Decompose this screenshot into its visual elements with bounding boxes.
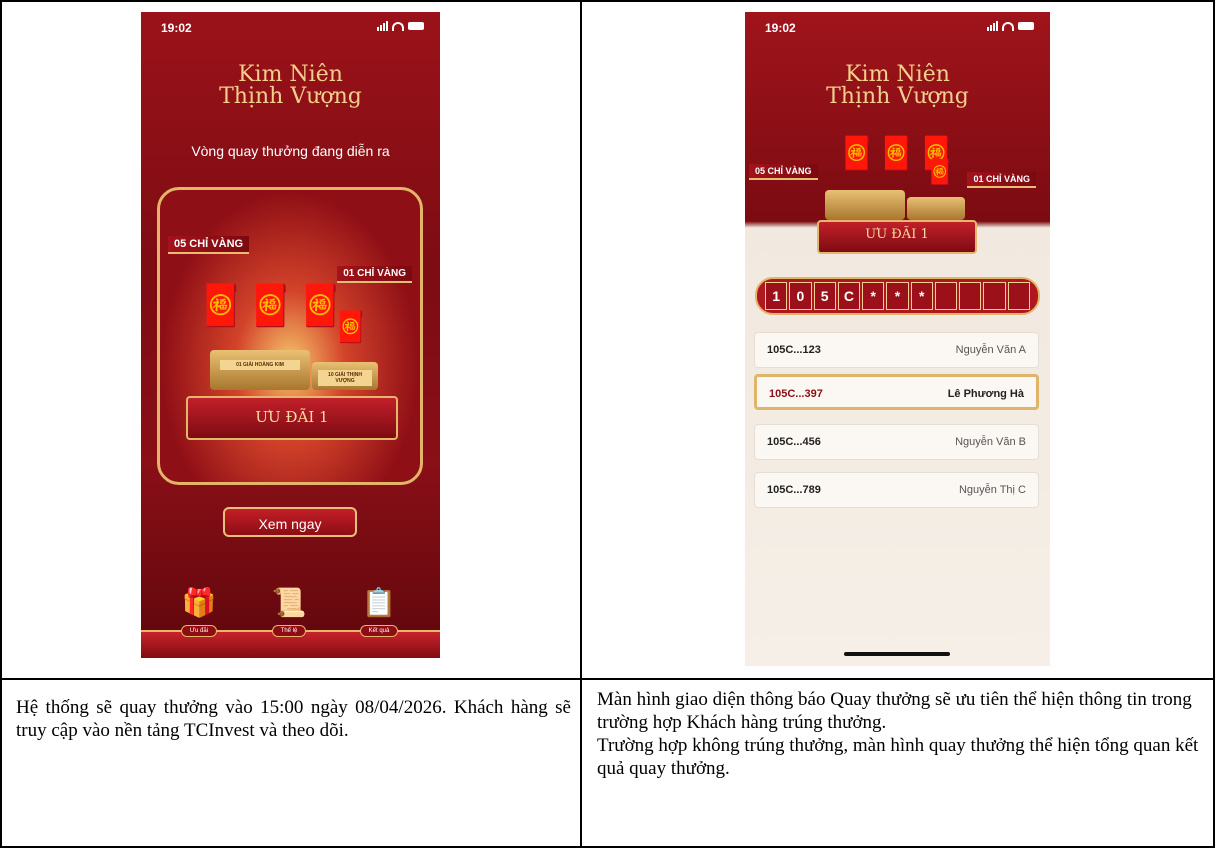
prize-small-tag: 01 CHỈ VÀNG (337, 266, 412, 283)
prize-big-tag: 05 CHỈ VÀNG (168, 236, 250, 254)
table-border-left (0, 0, 2, 848)
status-bar: 19:02 (141, 21, 440, 37)
logo-line-2: Thịnh Vượng (826, 84, 969, 109)
result-name: Nguyễn Văn A (955, 344, 1026, 356)
nav-uu-dai[interactable]: 🎁 Ưu đãi (171, 587, 227, 637)
status-bar: 19:02 (745, 21, 1050, 37)
result-code: 105C...123 (767, 344, 821, 356)
nav-uu-dai-label: Ưu đãi (180, 625, 218, 637)
phone-screen-results: 19:02 Kim Niên Thịnh Vượng 🧧🧧🧧 🧧 05 CHỈ … (745, 12, 1050, 666)
home-indicator[interactable] (844, 652, 950, 656)
result-code: 105C...397 (769, 388, 823, 400)
code-cell (1007, 282, 1030, 310)
result-row[interactable]: 105C...123 Nguyễn Văn A (754, 332, 1039, 368)
result-name: Nguyễn Thị C (958, 484, 1026, 496)
nav-ket-qua-label: Kết quả (359, 625, 399, 637)
wifi-icon (392, 21, 404, 31)
result-row[interactable]: 105C...456 Nguyễn Văn B (754, 424, 1039, 460)
logo-line-1: Kim Niên (845, 62, 950, 87)
code-cell: * (886, 282, 909, 310)
result-check-icon: 📋 (361, 587, 397, 618)
signal-icon (377, 21, 388, 31)
prize-frame: 05 CHỈ VÀNG 01 CHỈ VÀNG 🧧🧧🧧 🧧 01 GIẢI HO… (157, 187, 423, 485)
description-right: Màn hình giao diện thông báo Quay thưởng… (597, 689, 1199, 779)
result-code: 105C...456 (767, 436, 821, 448)
nav-the-le-label: Thể lệ (271, 625, 307, 637)
code-cell (983, 282, 1006, 310)
nav-ket-qua[interactable]: 📋 Kết quả (351, 587, 407, 637)
logo-line-2: Thịnh Vượng (219, 84, 362, 109)
red-envelope-single-icon: 🧧 (925, 159, 955, 186)
podium-right (907, 197, 965, 220)
result-row[interactable]: 105C...789 Nguyễn Thị C (754, 472, 1039, 508)
result-row-highlighted[interactable]: 105C...397 Lê Phương Hà (754, 374, 1039, 410)
status-time: 19:02 (765, 21, 796, 35)
description-left: Hệ thống sẽ quay thưởng vào 15:00 ngày 0… (16, 697, 571, 741)
podium-base: ƯU ĐÃI 1 (817, 220, 977, 254)
wifi-icon (1002, 21, 1014, 31)
code-cell: C (837, 282, 861, 310)
podium-label: ƯU ĐÃI 1 (865, 227, 929, 242)
podium-left-tag: 01 GIẢI HOÀNG KIM (220, 360, 300, 370)
table-border-top (0, 0, 1215, 2)
status-subtitle: Vòng quay thưởng đang diễn ra (191, 143, 390, 159)
result-name: Nguyễn Văn B (955, 436, 1026, 448)
nav-the-le[interactable]: 📜 Thể lệ (261, 587, 317, 637)
result-name: Lê Phương Hà (947, 388, 1024, 400)
code-reel: 1 0 5 C * * * (755, 277, 1040, 315)
xem-ngay-button[interactable]: Xem ngay (223, 507, 357, 537)
scroll-icon: 📜 (271, 587, 307, 618)
code-cell: 0 (789, 282, 812, 310)
code-cell: * (910, 282, 933, 310)
podium-label: ƯU ĐÃI 1 (255, 408, 329, 426)
code-cell: * (862, 282, 885, 310)
status-icons (377, 21, 424, 31)
signal-icon (987, 21, 998, 31)
logo-line-1: Kim Niên (238, 62, 343, 87)
campaign-logo: Kim Niên Thịnh Vượng (745, 64, 1050, 108)
campaign-logo: Kim Niên Thịnh Vượng (141, 64, 440, 108)
code-cell (934, 282, 958, 310)
podium-right-tag: 10 GIẢI THỊNH VƯỢNG (318, 370, 372, 386)
table-border-center (580, 0, 582, 848)
table-border-middle (0, 678, 1215, 680)
podium-base: ƯU ĐÃI 1 (186, 396, 398, 440)
battery-icon (408, 22, 424, 30)
result-code: 105C...789 (767, 484, 821, 496)
battery-icon (1018, 22, 1034, 30)
status-icons (987, 21, 1034, 31)
code-cell: 1 (765, 282, 788, 310)
prize-big-tag: 05 CHỈ VÀNG (749, 164, 818, 180)
code-cell (959, 282, 982, 310)
code-cell: 5 (813, 282, 836, 310)
status-time: 19:02 (161, 21, 192, 35)
phone-screen-countdown: 19:02 Kim Niên Thịnh Vượng Vòng quay thư… (141, 12, 440, 658)
podium-left (210, 350, 310, 390)
prize-small-tag: 01 CHỈ VÀNG (967, 172, 1036, 188)
red-envelope-cards-icon: 🧧🧧🧧 (196, 284, 346, 328)
red-envelope-single-icon: 🧧 (332, 311, 370, 344)
gift-icon: 🎁 (181, 587, 217, 618)
podium-left (825, 190, 905, 220)
